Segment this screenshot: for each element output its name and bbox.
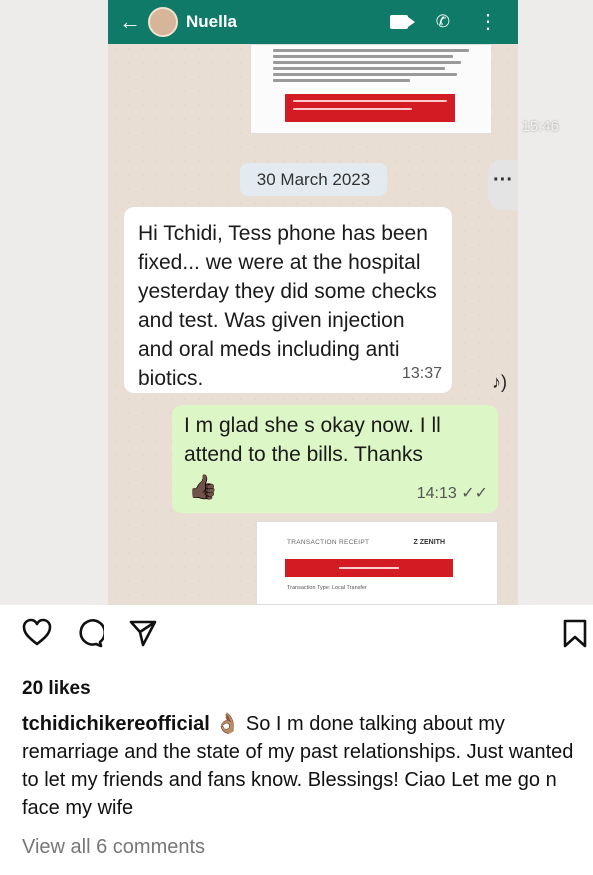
comment-icon[interactable] <box>74 618 107 653</box>
chat-header: ← Nuella ✆ ⋮ <box>108 0 518 44</box>
post-image[interactable]: ← Nuella ✆ ⋮ 15:46 30 March 2023 ··· Hi … <box>0 0 593 605</box>
receipt-image-top[interactable] <box>250 44 492 134</box>
receipt-banner <box>285 94 455 122</box>
video-call-icon[interactable] <box>389 15 415 29</box>
background-right <box>517 0 593 605</box>
background-left <box>0 0 108 605</box>
message-text: Hi Tchidi, Tess phone has been fixed... … <box>138 222 437 390</box>
message-text: I m glad she s okay now. I ll attend to … <box>184 414 441 466</box>
post-actions <box>22 618 593 658</box>
view-comments-link[interactable]: View all 6 comments <box>22 836 205 859</box>
share-icon[interactable] <box>128 618 158 653</box>
date-divider: 30 March 2023 <box>240 163 387 196</box>
receipt-image-bottom[interactable]: TRANSACTION RECEIPT Z ZENITH Transaction… <box>256 521 498 605</box>
more-vertical-icon[interactable]: ⋮ <box>478 12 498 32</box>
thumbs-up-icon: 👍🏿 <box>188 474 218 501</box>
ellipsis-icon[interactable]: ··· <box>488 160 518 210</box>
avatar[interactable] <box>148 7 178 37</box>
message-time: 14:13 ✓✓ <box>416 485 488 502</box>
message-time: 13:37 <box>401 365 442 382</box>
bank-logo: Z ZENITH <box>413 539 446 546</box>
contact-name[interactable]: Nuella <box>186 12 237 32</box>
receipt-type: Transaction Type: Local Transfer <box>287 585 367 591</box>
username[interactable]: tchidichikereofficial <box>22 713 210 735</box>
receipt-title: TRANSACTION RECEIPT <box>287 539 370 546</box>
receipt-banner <box>285 559 453 577</box>
message-time: 15:46 <box>521 118 559 135</box>
ok-hand-icon: 👌🏽 <box>215 713 241 735</box>
likes-count[interactable]: 20 likes <box>22 678 91 700</box>
back-arrow-icon[interactable]: ← <box>116 9 144 35</box>
heart-icon[interactable] <box>22 618 52 651</box>
speaker-icon[interactable]: ♪) <box>492 372 507 393</box>
post-caption: tchidichikereofficial 👌🏽 So I m done tal… <box>22 710 582 822</box>
bookmark-icon[interactable] <box>562 618 588 653</box>
outgoing-message[interactable]: I m glad she s okay now. I ll attend to … <box>172 405 498 513</box>
phone-icon[interactable]: ✆ <box>436 12 450 32</box>
incoming-message[interactable]: Hi Tchidi, Tess phone has been fixed... … <box>124 207 452 393</box>
